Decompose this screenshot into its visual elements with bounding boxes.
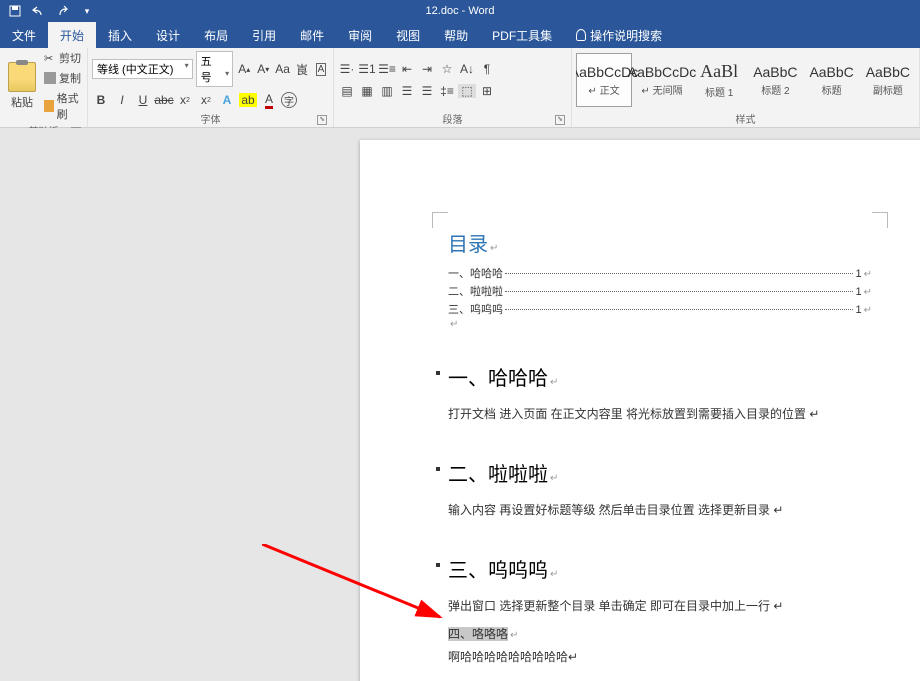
toc-entry[interactable]: 二、啦啦啦1↵ [448,283,872,299]
borders-button[interactable]: ⊞ [478,82,496,100]
font-size-select[interactable]: 五号 [196,51,234,87]
bold-button[interactable]: B [92,91,110,109]
menu-home[interactable]: 开始 [48,22,96,48]
tell-me-search[interactable]: 操作说明搜索 [564,22,674,48]
change-case-button[interactable]: Aa [274,60,291,78]
sort-button[interactable]: A↓ [458,60,476,78]
line-spacing-button[interactable]: ‡≡ [438,82,456,100]
save-icon[interactable] [8,4,22,18]
menu-pdf[interactable]: PDF工具集 [480,22,564,48]
paragraph-label: 段落 [443,115,463,126]
menu-references[interactable]: 引用 [240,22,288,48]
menu-design[interactable]: 设计 [144,22,192,48]
distribute-button[interactable]: ☰ [418,82,436,100]
grow-font-button[interactable]: A▴ [236,60,252,78]
group-paragraph: ☰· ☰1 ☰≡ ⇤ ⇥ ☆ A↓ ¶ ▤ ▦ ▥ ☰ ☰ ‡≡ ⬚ [334,48,572,127]
menu-insert[interactable]: 插入 [96,22,144,48]
increase-indent-button[interactable]: ⇥ [418,60,436,78]
qat-customize-icon[interactable]: ▾ [80,4,94,18]
group-styles: AaBbCcDc↵ 正文AaBbCcDc↵ 无间隔AaBl标题 1AaBbC标题… [572,48,920,127]
font-name-select[interactable]: 等线 (中文正文) [92,59,193,79]
font-launcher-icon[interactable]: ⬊ [317,115,327,125]
tell-me-label: 操作说明搜索 [590,27,662,44]
subscript-button[interactable]: x2 [176,91,194,109]
italic-button[interactable]: I [113,91,131,109]
toc-title: 目录↵ [448,228,872,257]
toc-entry[interactable]: 三、呜呜呜1↵ [448,301,872,317]
format-painter-button[interactable]: 格式刷 [44,90,83,122]
enclose-char-button[interactable]: 字 [281,92,297,108]
style-item-2[interactable]: AaBl标题 1 [692,53,746,107]
heading-3: 三、呜呜呜↵ [448,554,872,583]
para-mark: ↵ [450,319,872,330]
align-left-button[interactable]: ▤ [338,82,356,100]
menu-file[interactable]: 文件 [0,22,48,48]
copy-icon [44,72,56,84]
paste-button[interactable]: 粘贴 [11,94,33,110]
cut-button[interactable]: ✂剪切 [44,50,83,66]
group-font: 等线 (中文正文) 五号 A▴ A▾ Aa 崀 A B I U abc x2 x… [88,48,334,127]
heading-2: 二、啦啦啦↵ [448,458,872,487]
bullets-button[interactable]: ☰· [338,60,356,78]
paragraph-launcher-icon[interactable]: ⬊ [555,115,565,125]
show-marks-button[interactable]: ¶ [478,60,496,78]
scissors-icon: ✂ [44,52,56,64]
copy-button[interactable]: 复制 [44,70,83,86]
document-page[interactable]: 目录↵ 一、哈哈哈1↵ 二、啦啦啦1↵ 三、呜呜呜1↵ ↵ 一、哈哈哈↵ 打开文档 … [360,140,920,681]
toc-entry[interactable]: 一、哈哈哈1↵ [448,265,872,281]
shrink-font-button[interactable]: A▾ [255,60,271,78]
style-item-5[interactable]: AaBbC副标题 [861,53,915,107]
title-bar: ▾ 12.doc - Word [0,0,920,22]
window-title: 12.doc - Word [426,5,495,17]
body-paragraph: 打开文档 进入页面 在正文内容里 将光标放置到需要插入目录的位置 ↵ [448,403,872,426]
phonetic-guide-button[interactable]: 崀 [294,60,310,78]
body-paragraph: 啊哈哈哈哈哈哈哈哈哈↵ [448,646,872,669]
align-right-button[interactable]: ▥ [378,82,396,100]
text-selection[interactable]: 四、咯咯咯 [448,627,508,641]
text-effects-button[interactable]: A [218,91,236,109]
style-item-4[interactable]: AaBbC标题 [805,53,859,107]
menu-help[interactable]: 帮助 [432,22,480,48]
style-item-3[interactable]: AaBbC标题 2 [748,53,802,107]
heading-1: 一、哈哈哈↵ [448,362,872,391]
decrease-indent-button[interactable]: ⇤ [398,60,416,78]
paste-icon[interactable] [8,62,36,92]
body-paragraph: 输入内容 再设置好标题等级 然后单击目录位置 选择更新目录 ↵ [448,499,872,522]
menu-bar: 文件 开始 插入 设计 布局 引用 邮件 审阅 视图 帮助 PDF工具集 操作说… [0,22,920,48]
menu-view[interactable]: 视图 [384,22,432,48]
menu-review[interactable]: 审阅 [336,22,384,48]
brush-icon [44,100,54,112]
selected-text-line: 四、咯咯咯↵ [448,623,872,646]
shading-button[interactable]: ⬚ [458,82,476,100]
style-item-0[interactable]: AaBbCcDc↵ 正文 [576,53,632,107]
strikethrough-button[interactable]: abc [155,91,173,109]
margin-corner-tr [872,212,888,228]
styles-label: 样式 [736,115,756,126]
font-color-button[interactable]: A [260,91,278,109]
highlight-button[interactable]: ab [239,91,257,109]
redo-icon[interactable] [56,4,70,18]
lightbulb-icon [576,29,586,41]
justify-button[interactable]: ☰ [398,82,416,100]
style-item-1[interactable]: AaBbCcDc↵ 无间隔 [634,53,690,107]
underline-button[interactable]: U [134,91,152,109]
menu-mailings[interactable]: 邮件 [288,22,336,48]
multilevel-list-button[interactable]: ☰≡ [378,60,396,78]
margin-corner-tl [432,212,448,228]
superscript-button[interactable]: x2 [197,91,215,109]
align-center-button[interactable]: ▦ [358,82,376,100]
group-clipboard: 粘贴 ✂剪切 复制 格式刷 剪贴板⬊ [0,48,88,127]
undo-icon[interactable] [32,4,46,18]
document-area: 目录↵ 一、哈哈哈1↵ 二、啦啦啦1↵ 三、呜呜呜1↵ ↵ 一、哈哈哈↵ 打开文档 … [0,128,920,681]
body-paragraph: 弹出窗口 选择更新整个目录 单击确定 即可在目录中加上一行 ↵ [448,595,872,618]
clear-formatting-button[interactable]: A [313,60,329,78]
ribbon: 粘贴 ✂剪切 复制 格式刷 剪贴板⬊ 等线 (中文正文) 五号 A▴ A▾ Aa… [0,48,920,128]
font-label: 字体 [201,115,221,126]
asian-layout-button[interactable]: ☆ [438,60,456,78]
numbering-button[interactable]: ☰1 [358,60,376,78]
menu-layout[interactable]: 布局 [192,22,240,48]
